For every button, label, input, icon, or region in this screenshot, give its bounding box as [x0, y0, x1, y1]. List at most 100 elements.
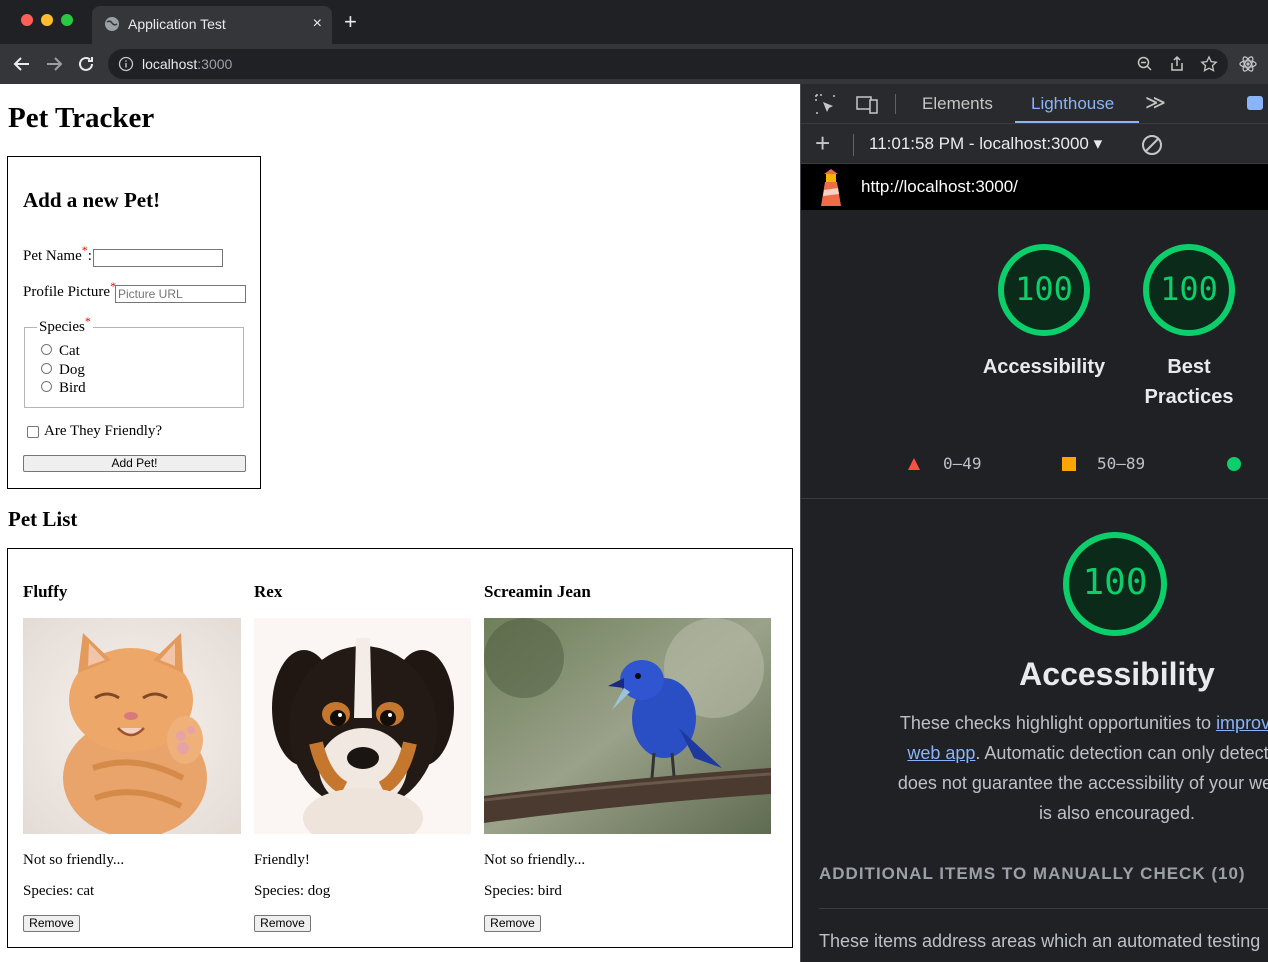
section-title: Accessibility — [1019, 656, 1215, 692]
report-url[interactable]: http://localhost:3000/ — [861, 177, 1018, 197]
lighthouse-logo-icon — [821, 169, 841, 206]
section-description: These checks highlight opportunities to … — [801, 708, 1268, 828]
clear-reports-icon[interactable] — [1141, 134, 1163, 156]
maximize-window-button[interactable] — [61, 14, 73, 26]
lighthouse-toolbar: + 11:01:58 PM - localhost:3000 ▾ — [801, 124, 1268, 164]
fail-triangle-icon — [908, 458, 920, 470]
close-window-button[interactable] — [21, 14, 33, 26]
toolbar-divider — [853, 134, 854, 156]
profile-picture-label: Profile Picture* — [23, 279, 116, 301]
pet-card: Screamin Jean Not so friendly... Species… — [484, 549, 771, 949]
pet-name: Rex — [254, 582, 283, 601]
description-text: . Automatic detection can only detect a … — [975, 743, 1268, 763]
legend-fail-range: 0–49 — [943, 454, 982, 473]
pet-list: Fluffy Not so friendly... Species: cat R… — [7, 548, 793, 948]
new-report-icon[interactable]: + — [815, 129, 830, 157]
url-text: localhost:3000 — [142, 56, 232, 72]
remove-pet-button[interactable]: Remove — [254, 915, 311, 932]
description-line-2: web app. Automatic detection can only de… — [801, 738, 1268, 768]
section-divider — [801, 498, 1268, 499]
more-tabs-icon[interactable]: ≫ — [1145, 90, 1166, 115]
device-toolbar-icon[interactable] — [855, 92, 879, 116]
species-fieldset: Species* Cat Dog Bird — [24, 314, 244, 408]
browser-tab[interactable]: Application Test × — [92, 6, 332, 44]
profile-picture-input[interactable]: Picture URL — [115, 285, 246, 303]
zoom-icon[interactable] — [1136, 55, 1154, 73]
remove-pet-button[interactable]: Remove — [23, 915, 80, 932]
description-text: These checks highlight opportunities to — [899, 713, 1217, 733]
add-pet-form: Add a new Pet! Pet Name*: Profile Pictur… — [7, 156, 261, 489]
pet-name-input[interactable] — [93, 249, 223, 267]
url-host: localhost — [142, 56, 198, 72]
radio-button[interactable] — [41, 344, 52, 356]
add-pet-button[interactable]: Add Pet! — [23, 455, 246, 472]
pet-photo-bird — [484, 618, 771, 834]
address-bar[interactable]: localhost:3000 — [108, 49, 1228, 79]
species-legend: Species* — [37, 314, 93, 336]
best-practices-gauge-label: Best Practices — [1119, 352, 1259, 412]
manual-checks-heading[interactable]: ADDITIONAL ITEMS TO MANUALLY CHECK (10) — [819, 864, 1246, 884]
reload-icon[interactable] — [74, 52, 98, 76]
improve-accessibility-link[interactable]: improve the ac — [1216, 713, 1268, 733]
species-option-label: Bird — [59, 380, 86, 396]
active-tab-indicator — [1015, 121, 1139, 123]
radio-button[interactable] — [41, 381, 52, 393]
tab-close-icon[interactable]: × — [313, 14, 322, 34]
description-line-3: does not guarantee the accessibility of … — [897, 773, 1268, 793]
radio-button[interactable] — [41, 363, 52, 375]
share-icon[interactable] — [1168, 55, 1186, 73]
pet-name-label-text: Pet Name — [23, 248, 82, 264]
minimize-window-button[interactable] — [41, 14, 53, 26]
legend-average-range: 50–89 — [1097, 454, 1146, 473]
pet-friendliness: Friendly! — [254, 852, 310, 868]
forward-arrow-icon[interactable] — [42, 52, 66, 76]
report-selector[interactable]: 11:01:58 PM - localhost:3000 ▾ — [869, 134, 1102, 154]
species-legend-text: Species — [39, 319, 85, 335]
manual-checks-description: These items address areas which an autom… — [819, 931, 1261, 951]
toolbar-divider — [895, 94, 896, 114]
globe-icon — [105, 17, 119, 31]
report-url-bar: http://localhost:3000/ — [801, 164, 1268, 210]
react-devtools-icon[interactable] — [1238, 54, 1258, 74]
page-title: Pet Tracker — [8, 102, 155, 134]
friendly-checkbox[interactable] — [27, 426, 39, 438]
species-option-label: Cat — [59, 343, 80, 359]
pet-friendliness: Not so friendly... — [23, 852, 125, 868]
best-practices-label-line1: Best — [1167, 356, 1211, 378]
issues-icon[interactable] — [1247, 96, 1263, 110]
pet-name-colon: : — [87, 248, 92, 264]
pet-species: Species: dog — [254, 883, 331, 899]
accessibility-gauge[interactable]: 100 — [996, 242, 1092, 338]
info-icon[interactable] — [118, 56, 134, 72]
accessibility-gauge-label: Accessibility — [982, 356, 1106, 378]
form-heading: Add a new Pet! — [23, 188, 161, 212]
species-option-label: Dog — [59, 362, 85, 378]
species-option-bird[interactable]: Bird — [41, 380, 86, 397]
species-option-cat[interactable]: Cat — [41, 343, 80, 360]
pet-name: Screamin Jean — [484, 582, 591, 601]
tab-lighthouse[interactable]: Lighthouse — [1031, 94, 1114, 114]
tab-title: Application Test — [128, 16, 226, 32]
bookmark-star-icon[interactable] — [1200, 55, 1218, 73]
pet-photo-dog — [254, 618, 471, 834]
description-line-4: is also encouraged. — [1038, 803, 1196, 823]
improve-accessibility-link-cont[interactable]: web app — [907, 743, 975, 763]
remove-pet-button[interactable]: Remove — [484, 915, 541, 932]
inspect-element-icon[interactable] — [813, 92, 837, 116]
pet-name: Fluffy — [23, 582, 68, 601]
new-tab-button[interactable]: + — [344, 10, 357, 34]
browser-toolbar: localhost:3000 — [0, 44, 1268, 84]
web-page: Pet Tracker Add a new Pet! Pet Name*: Pr… — [0, 84, 800, 962]
average-square-icon — [1062, 457, 1076, 471]
pet-card: Fluffy Not so friendly... Species: cat R… — [23, 549, 241, 949]
required-mark: * — [84, 314, 91, 328]
section-accessibility-gauge: 100 — [1061, 530, 1169, 638]
pass-circle-icon — [1227, 457, 1241, 471]
back-arrow-icon[interactable] — [10, 52, 34, 76]
required-mark: * — [81, 243, 88, 257]
pet-species: Species: bird — [484, 883, 562, 899]
best-practices-gauge[interactable]: 100 — [1141, 242, 1237, 338]
section-accessibility-score: 100 — [1082, 562, 1148, 603]
tab-elements[interactable]: Elements — [922, 94, 993, 114]
species-option-dog[interactable]: Dog — [41, 362, 85, 379]
